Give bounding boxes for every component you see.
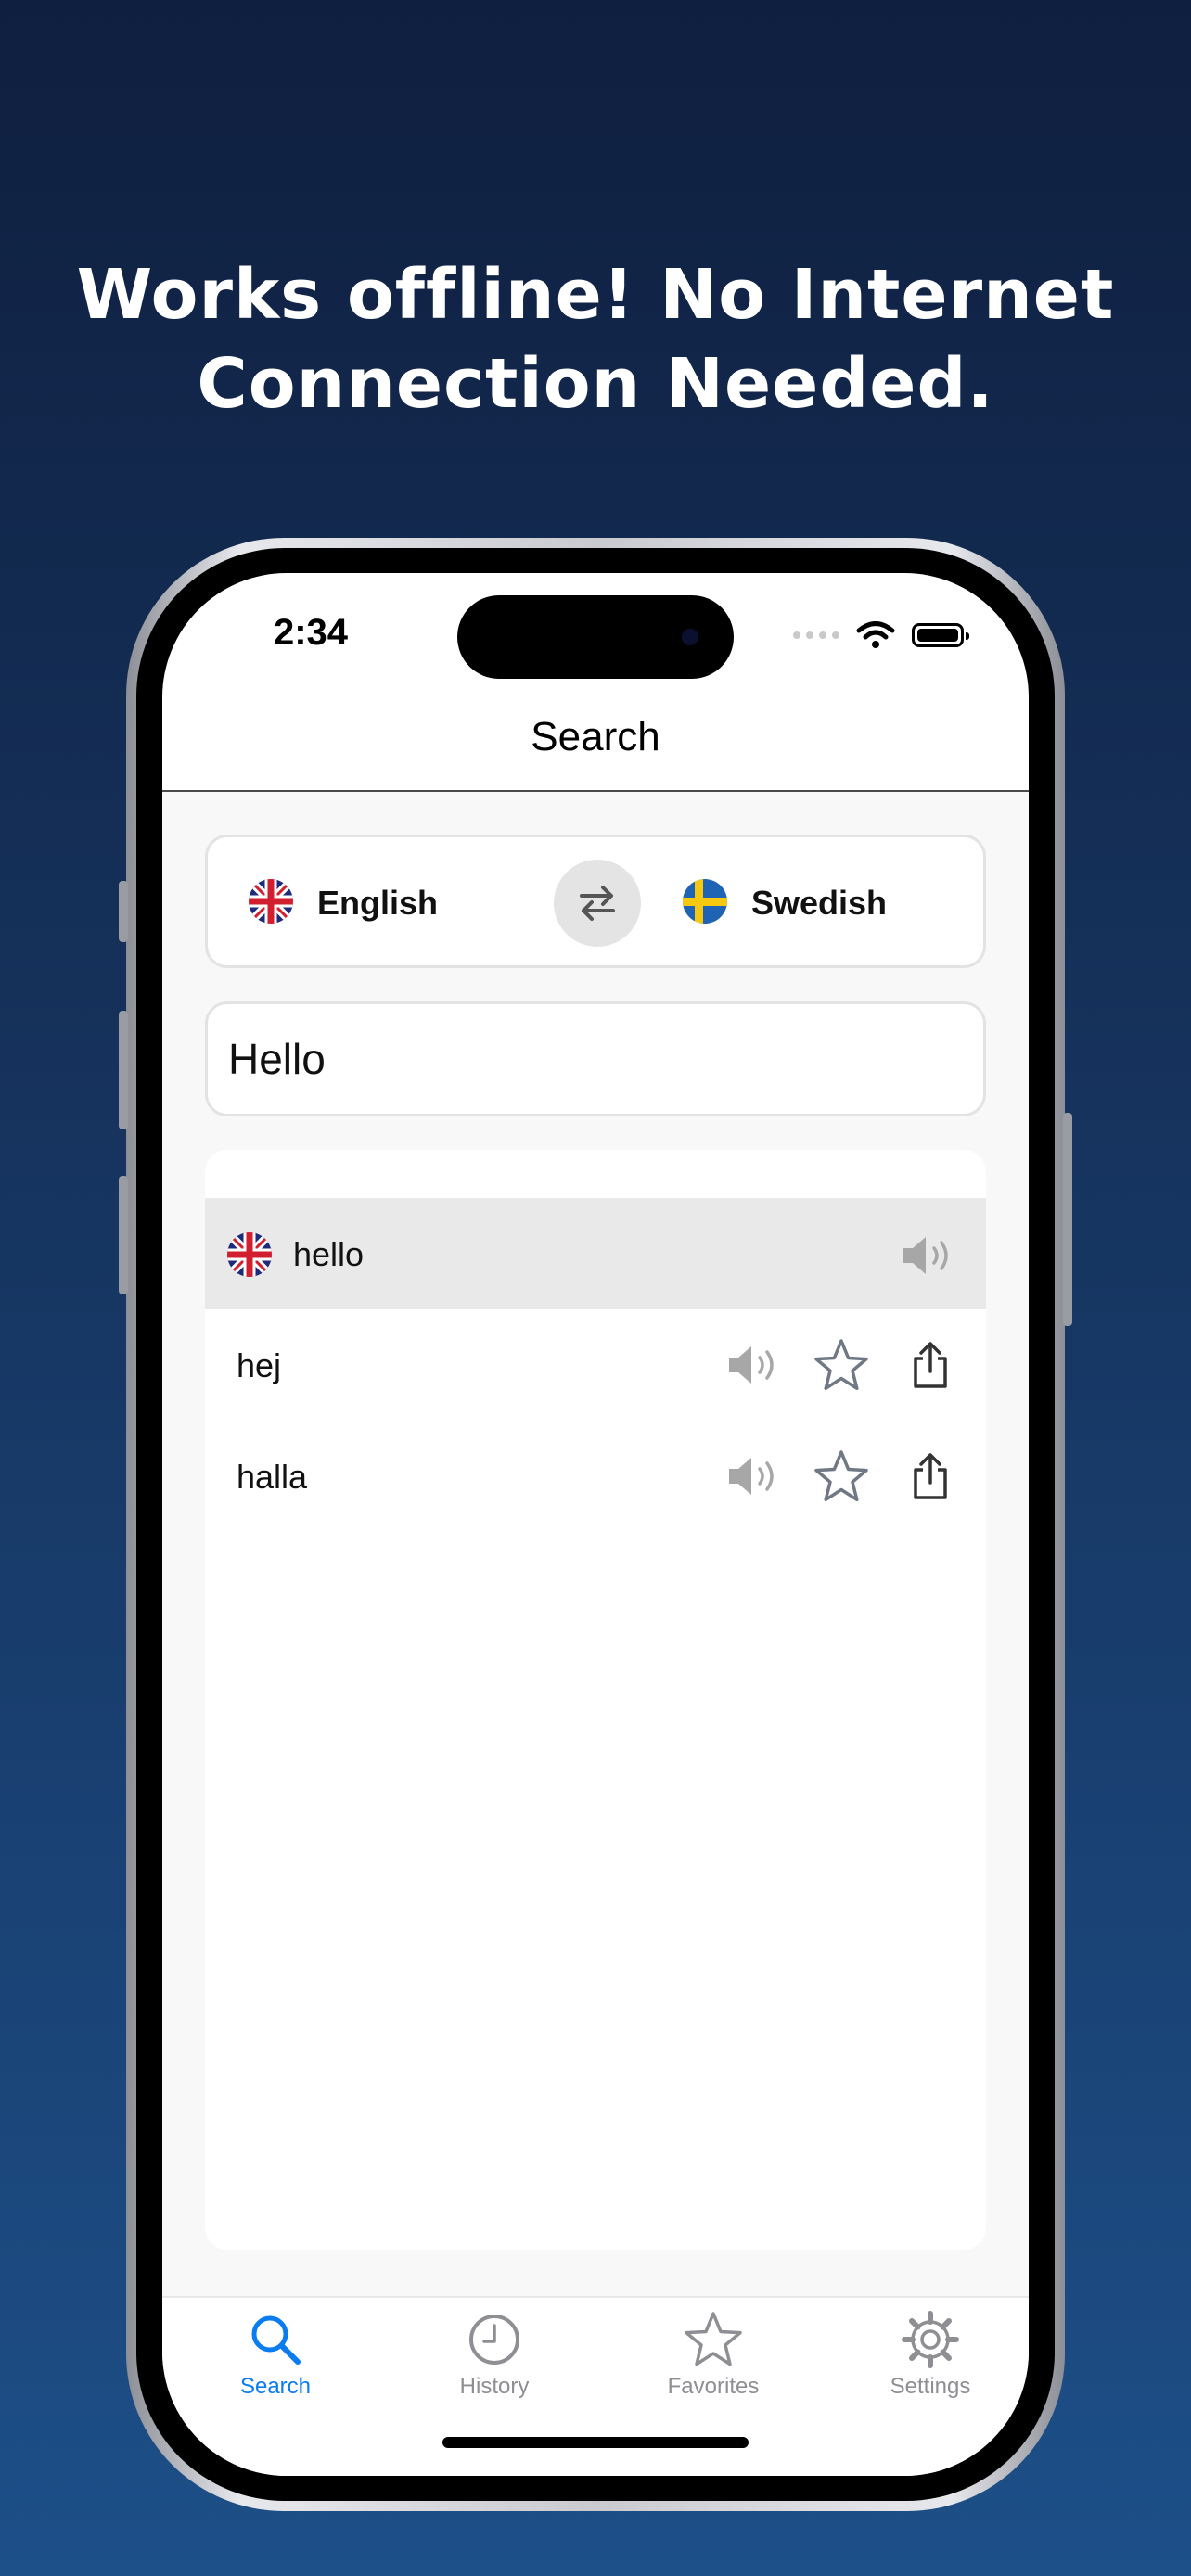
tab-favorites[interactable]: Favorites <box>621 2311 806 2413</box>
search-input[interactable] <box>205 1001 986 1116</box>
tab-history[interactable]: History <box>402 2311 587 2413</box>
headline: Works offline! No Internet Connection Ne… <box>0 250 1191 428</box>
speaker-icon <box>729 1458 774 1495</box>
source-word-row[interactable]: hello <box>205 1198 986 1309</box>
source-word: hello <box>293 1235 365 1273</box>
tab-settings[interactable]: Settings <box>838 2311 1023 2413</box>
gear-icon <box>902 2311 959 2368</box>
mute-switch <box>119 881 128 942</box>
power-button <box>1063 1113 1072 1326</box>
speak-translation-button[interactable] <box>724 1335 784 1395</box>
star-icon <box>814 1450 868 1502</box>
speaker-icon <box>903 1237 948 1274</box>
translation-row[interactable]: halla <box>205 1421 986 1532</box>
target-language-button[interactable]: Swedish <box>751 884 887 923</box>
tab-search[interactable]: Search <box>183 2311 368 2413</box>
battery-icon <box>912 623 969 647</box>
results-list: hello hej halla <box>205 1150 986 2250</box>
uk-flag-icon <box>249 879 293 924</box>
headline-line-2: Connection Needed. <box>197 344 994 424</box>
share-button[interactable] <box>901 1335 960 1395</box>
favorite-button[interactable] <box>812 1335 871 1395</box>
wifi-icon <box>856 621 895 648</box>
uk-flag-icon <box>227 1232 272 1277</box>
signal-dots-icon <box>793 631 839 639</box>
tab-label: History <box>459 2374 530 2399</box>
sweden-flag-icon <box>683 879 727 924</box>
status-time: 2:34 <box>273 612 349 653</box>
favorite-button[interactable] <box>812 1447 871 1506</box>
share-button[interactable] <box>901 1447 960 1506</box>
tab-label: Settings <box>890 2374 971 2399</box>
language-selector: English Swedish <box>205 835 986 968</box>
tab-bar: Search History Favorites Settings <box>162 2296 1029 2476</box>
source-language-button[interactable]: English <box>317 884 438 923</box>
camera-icon <box>682 629 698 645</box>
tab-label: Favorites <box>667 2374 760 2399</box>
tab-label: Search <box>239 2374 312 2399</box>
swap-arrows-icon <box>580 886 615 921</box>
dynamic-island <box>457 595 734 679</box>
status-icons <box>793 621 969 649</box>
speaker-icon <box>729 1346 774 1384</box>
star-icon <box>814 1339 868 1391</box>
share-icon <box>914 1453 947 1499</box>
speak-source-button[interactable] <box>899 1226 958 1285</box>
translation-row[interactable]: hej <box>205 1309 986 1421</box>
main-content: English Swedish Hello hello hej halla <box>162 792 1029 2296</box>
home-indicator <box>442 2437 749 2448</box>
star-icon <box>685 2312 742 2366</box>
clock-icon <box>469 2315 519 2365</box>
volume-down-button <box>119 1176 128 1294</box>
translation-word: halla <box>237 1458 308 1496</box>
headline-line-1: Works offline! No Internet <box>76 255 1115 335</box>
share-icon <box>914 1342 947 1388</box>
volume-up-button <box>119 1011 128 1129</box>
translation-word: hej <box>237 1346 282 1384</box>
speak-translation-button[interactable] <box>724 1447 784 1506</box>
nav-title: Search <box>531 714 660 759</box>
phone-screen: 2:34 Search English Swedish Hello hello … <box>162 573 1029 2476</box>
swap-languages-button[interactable] <box>554 860 641 947</box>
search-icon <box>251 2315 301 2365</box>
